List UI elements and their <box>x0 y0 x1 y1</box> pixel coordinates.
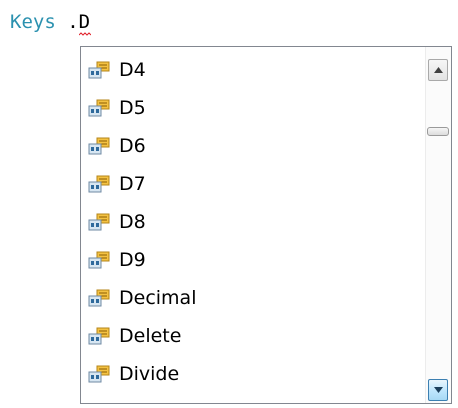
enum-member-icon <box>88 99 110 117</box>
completion-list[interactable]: D4 D5 D6 D7 D8 D9 Decimal Delete Divide <box>80 46 452 404</box>
vertical-scrollbar[interactable] <box>425 47 451 403</box>
scroll-down-arrow-icon <box>434 387 443 393</box>
completion-item-label: D6 <box>119 135 146 157</box>
enum-member-icon <box>88 365 110 383</box>
completion-item-d7[interactable]: D7 <box>81 166 425 202</box>
scroll-thumb[interactable] <box>427 127 449 136</box>
code-member-text: D <box>78 11 91 33</box>
scroll-up-arrow-icon <box>434 67 443 73</box>
enum-member-icon <box>88 213 110 231</box>
completion-item-d9[interactable]: D9 <box>81 242 425 278</box>
code-member-partial: D <box>78 11 91 36</box>
code-line: Keys .D <box>10 10 91 36</box>
error-squiggle-icon <box>78 32 91 36</box>
scroll-up-button[interactable] <box>428 59 448 81</box>
completion-item-label: D5 <box>119 97 146 119</box>
completion-item-divide[interactable]: Divide <box>81 356 425 392</box>
completion-items: D4 D5 D6 D7 D8 D9 Decimal Delete Divide <box>81 47 425 403</box>
enum-member-icon <box>88 327 110 345</box>
completion-item-label: D7 <box>119 173 146 195</box>
completion-item-label: Delete <box>119 325 182 347</box>
completion-item-label: D8 <box>119 211 146 233</box>
code-type-name: Keys <box>10 11 56 33</box>
enum-member-icon <box>88 137 110 155</box>
enum-member-icon <box>88 61 110 79</box>
completion-item-d6[interactable]: D6 <box>81 128 425 164</box>
completion-item-label: D9 <box>119 249 146 271</box>
completion-item-label: D4 <box>119 59 146 81</box>
enum-member-icon <box>88 289 110 307</box>
completion-item-d4[interactable]: D4 <box>81 52 425 88</box>
code-editor: Keys .D D4 D5 D6 D7 D8 D9 Decimal Delete… <box>0 0 458 408</box>
completion-item-d8[interactable]: D8 <box>81 204 425 240</box>
completion-item-label: Divide <box>119 363 180 385</box>
completion-item-label: Decimal <box>119 287 197 309</box>
completion-item-delete[interactable]: Delete <box>81 318 425 354</box>
completion-item-d5[interactable]: D5 <box>81 90 425 126</box>
completion-item-decimal[interactable]: Decimal <box>81 280 425 316</box>
enum-member-icon <box>88 175 110 193</box>
enum-member-icon <box>88 251 110 269</box>
code-member-access-dot: . <box>67 11 79 33</box>
scroll-down-button[interactable] <box>428 379 448 401</box>
